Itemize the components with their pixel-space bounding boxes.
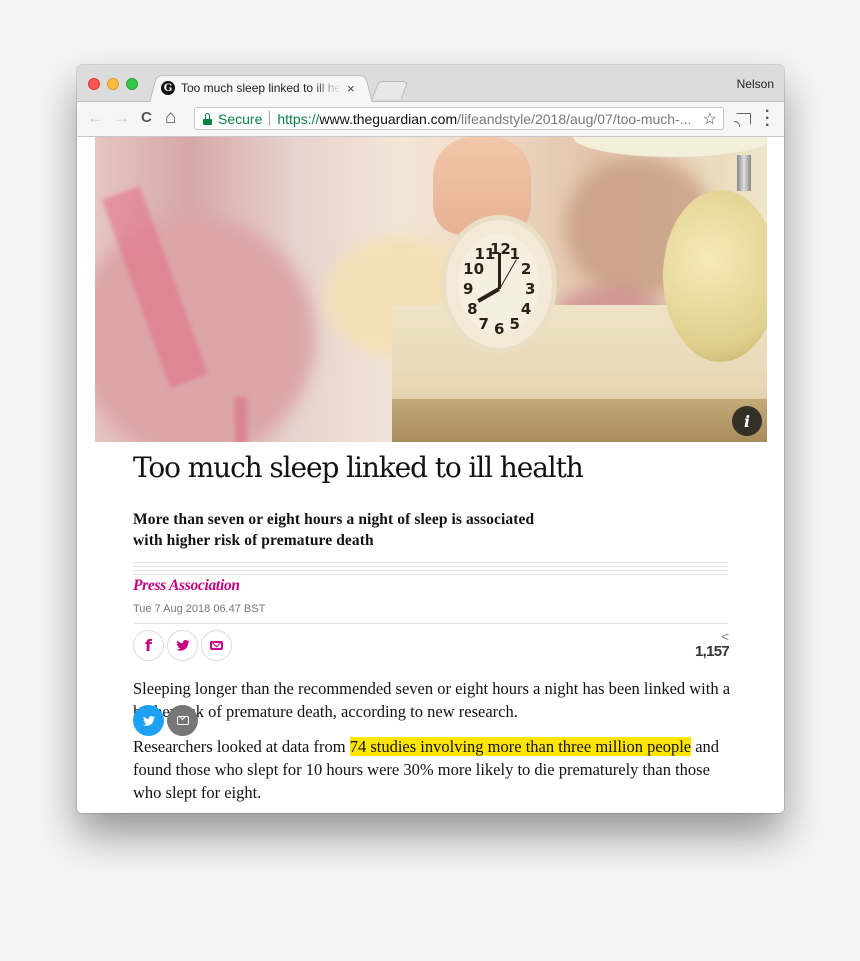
twitter-icon [142,715,155,726]
clock-hour-hand [477,287,500,303]
browser-window: G Too much sleep linked to ill health × … [77,65,784,813]
reload-icon[interactable]: C [141,109,152,127]
clock-numeral: 5 [509,314,520,333]
meta-divider [133,623,728,624]
dateline: Tue 7 Aug 2018 06.47 BST [133,603,266,615]
url-path: /lifeandstyle/2018/aug/07/too-much-... [457,110,692,127]
minimize-window-button[interactable] [107,78,119,90]
article-body: Sleeping longer than the recommended sev… [133,677,733,813]
guardian-favicon-icon: G [161,81,175,95]
twitter-icon [175,640,190,651]
share-facebook-button[interactable]: f [133,630,164,661]
image-info-button[interactable]: i [732,406,762,436]
cast-icon[interactable] [734,113,751,127]
hero-image: 12 1 2 3 4 5 6 7 8 9 10 11 i [95,137,767,442]
facebook-icon: f [145,636,152,655]
image-lamp-neck [737,155,751,191]
paragraph: Sleeping longer than the recommended sev… [133,679,731,721]
clock-numeral: 9 [463,280,474,298]
secure-label: Secure [218,110,263,127]
home-icon[interactable]: ⌂ [165,108,176,127]
back-arrow-icon[interactable]: ← [87,109,104,127]
close-window-button[interactable] [88,78,100,90]
clock-numeral: 3 [525,280,536,298]
clock-numeral: 11 [474,245,496,264]
article-headline: Too much sleep linked to ill health [133,451,584,484]
clock-numeral: 7 [478,314,489,333]
image-stripe [235,397,247,442]
clock-numeral: 8 [467,300,478,318]
browser-toolbar: ← → C ⌂ Secure https://www.theguardian.c… [77,102,784,137]
browser-menu-icon[interactable]: · · · [765,104,770,134]
selection-share-popup [133,705,198,736]
article-standfirst: More than seven or eight hours a night o… [133,511,535,549]
alarm-clock-image: 12 1 2 3 4 5 6 7 8 9 10 11 [441,215,557,353]
page-content: 12 1 2 3 4 5 6 7 8 9 10 11 i Too much sleep linked … [77,137,784,813]
paragraph-text: Researchers looked at data from [133,737,350,756]
share-icon: < [721,629,729,644]
share-count: < 1,157 [694,629,730,661]
address-bar[interactable]: Secure https://www.theguardian.com/lifea… [194,107,724,130]
clock-minute-hand [497,253,501,289]
clock-numeral: 2 [520,260,532,278]
email-icon [210,641,223,650]
address-separator [269,111,271,126]
header-rules [133,562,728,578]
maximize-window-button[interactable] [126,78,138,90]
tweet-selection-button[interactable] [133,705,164,736]
url-scheme: https:// [277,110,320,127]
email-selection-button[interactable] [167,705,198,736]
paragraph: Researchers looked at data from 74 studi… [133,735,733,804]
image-table-front [392,399,767,442]
new-tab-button[interactable] [371,81,409,99]
profile-name[interactable]: Nelson [737,77,774,91]
tab-close-icon[interactable]: × [347,81,355,96]
email-icon [176,716,189,725]
image-lamp-base [663,190,767,362]
share-count-value: 1,157 [694,643,730,660]
clock-alarm-hand [498,259,517,290]
share-twitter-button[interactable] [167,630,198,661]
url-host: www.theguardian.com [319,110,458,127]
bookmark-star-icon[interactable]: ☆ [698,109,717,129]
share-email-button[interactable] [201,630,232,661]
forward-arrow-icon[interactable]: → [113,109,130,127]
lock-icon [203,112,212,125]
clock-face: 12 1 2 3 4 5 6 7 8 9 10 11 [458,234,540,338]
share-buttons: f [133,630,232,661]
active-tab-content[interactable]: G Too much sleep linked to ill health × [161,77,371,99]
clock-numeral: 6 [494,320,505,338]
byline-link[interactable]: Press Association [133,577,240,595]
tab-title: Too much sleep linked to ill health [181,81,341,95]
title-bar: G Too much sleep linked to ill health × … [77,65,784,103]
image-lamp-shade [573,137,767,157]
highlighted-text[interactable]: 74 studies involving more than three mil… [349,737,692,756]
clock-numeral: 4 [520,300,532,318]
